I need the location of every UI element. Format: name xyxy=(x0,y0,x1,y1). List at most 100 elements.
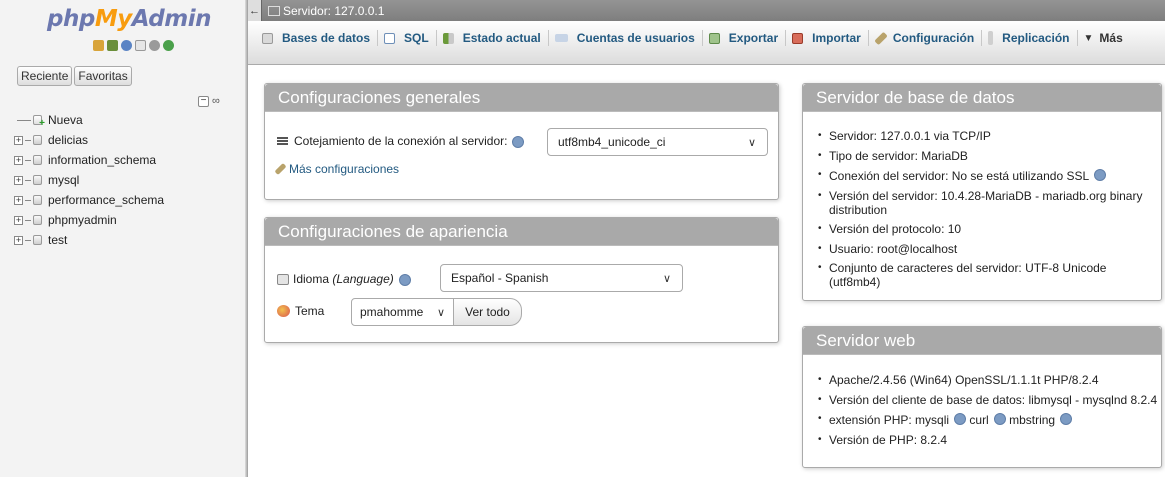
tree-item-label[interactable]: Nueva xyxy=(48,113,83,127)
tree-item-phpmyadmin[interactable]: + phpmyadmin xyxy=(14,210,164,230)
tab-import[interactable]: Importar xyxy=(786,30,869,46)
list-item: Servidor: 127.0.0.1 via TCP/IP xyxy=(817,129,1159,143)
expand-icon[interactable]: + xyxy=(14,195,23,205)
favorites-tab[interactable]: Favoritas xyxy=(74,66,132,86)
list-item: Versión del protocolo: 10 xyxy=(817,222,1159,236)
help-icon[interactable] xyxy=(1060,413,1073,425)
settings-icon[interactable] xyxy=(149,40,160,51)
tree-item-delicias[interactable]: + delicias xyxy=(14,130,164,150)
database-icon xyxy=(33,235,42,245)
help-icon[interactable] xyxy=(954,413,967,425)
tab-user-accounts[interactable]: Cuentas de usuarios xyxy=(549,30,703,46)
chevron-down-icon: ∨ xyxy=(662,272,671,285)
expand-icon[interactable]: + xyxy=(14,215,23,225)
help-icon[interactable] xyxy=(993,413,1006,425)
tab-databases[interactable]: Bases de datos xyxy=(256,30,379,46)
more-settings-link[interactable]: Más configuraciones xyxy=(289,162,399,176)
tree-connector xyxy=(17,119,31,121)
tab-label: Bases de datos xyxy=(282,31,371,45)
language-select-value: Español - Spanish xyxy=(451,271,549,285)
tab-sql[interactable]: SQL xyxy=(378,30,437,46)
help-icon[interactable] xyxy=(512,136,525,148)
logo-admin: Admin xyxy=(131,6,212,32)
tab-label: Más xyxy=(1099,31,1123,45)
reload-icon[interactable] xyxy=(163,40,174,51)
list-item-text: mbstring xyxy=(1009,413,1056,427)
tree-connector xyxy=(25,179,31,181)
tree-item-performance-schema[interactable]: + performance_schema xyxy=(14,190,164,210)
tree-item-label[interactable]: performance_schema xyxy=(48,193,164,207)
list-item: Versión de PHP: 8.2.4 xyxy=(817,433,1159,447)
tab-settings[interactable]: Configuración xyxy=(869,30,983,46)
wrench-icon xyxy=(274,162,287,176)
chevron-down-icon: ∨ xyxy=(747,136,756,149)
server-link[interactable]: Servidor: 127.0.0.1 xyxy=(283,4,384,18)
list-item-text: Conexión del servidor: No se está utiliz… xyxy=(829,169,1090,183)
panel-title: Servidor de base de datos xyxy=(803,84,1161,112)
chevron-down-icon: ∨ xyxy=(436,306,445,319)
language-select[interactable]: Español - Spanish ∨ xyxy=(440,264,683,292)
expand-icon[interactable]: + xyxy=(14,175,23,185)
collation-row: Cotejamiento de la conexión al servidor: xyxy=(277,134,525,148)
tab-export[interactable]: Exportar xyxy=(703,30,787,46)
database-icon xyxy=(33,155,42,165)
expand-icon[interactable]: + xyxy=(14,135,23,145)
home-icon[interactable] xyxy=(93,40,104,51)
database-tree: Nueva + delicias + information_schema + … xyxy=(14,110,164,250)
theme-select[interactable]: pmahomme ∨ xyxy=(351,298,454,326)
tree-item-label[interactable]: information_schema xyxy=(48,153,156,167)
collapse-all-icon[interactable]: − xyxy=(198,95,209,107)
tree-item-label[interactable]: mysql xyxy=(48,173,79,187)
server-breadcrumb: ← Servidor: 127.0.0.1 xyxy=(248,0,1165,21)
collation-label: Cotejamiento de la conexión al servidor: xyxy=(294,134,508,148)
link-with-main-icon[interactable]: ∞ xyxy=(212,95,220,107)
recent-tab[interactable]: Reciente xyxy=(17,66,73,86)
logout-icon[interactable] xyxy=(107,40,118,51)
phpmyadmin-logo[interactable]: phpMyAdmin xyxy=(47,6,211,32)
language-icon xyxy=(277,273,289,285)
database-icon xyxy=(33,195,42,205)
tab-label: Cuentas de usuarios xyxy=(576,31,695,45)
web-server-panel: Servidor web Apache/2.4.56 (Win64) OpenS… xyxy=(802,326,1162,468)
server-icon xyxy=(268,5,280,16)
collation-select[interactable]: utf8mb4_unicode_ci ∨ xyxy=(547,128,768,156)
collapse-nav-icon[interactable]: ← xyxy=(248,0,262,21)
list-icon xyxy=(277,137,288,145)
tree-item-test[interactable]: + test xyxy=(14,230,164,250)
expand-icon[interactable]: + xyxy=(14,155,23,165)
tab-replication[interactable]: Replicación xyxy=(982,30,1078,46)
tree-item-label[interactable]: phpmyadmin xyxy=(48,213,117,227)
list-item-text: extensión PHP: mysqli xyxy=(829,413,950,427)
tree-connector xyxy=(25,159,31,161)
theme-icon xyxy=(277,305,290,317)
docs-icon[interactable] xyxy=(135,40,146,51)
tab-status[interactable]: Estado actual xyxy=(437,30,549,46)
tree-item-information-schema[interactable]: + information_schema xyxy=(14,150,164,170)
tree-item-label[interactable]: test xyxy=(48,233,67,247)
tab-label: Estado actual xyxy=(462,31,541,45)
logo-my: My xyxy=(94,6,132,32)
logo-php: php xyxy=(47,6,95,32)
more-settings-row: Más configuraciones xyxy=(274,162,399,176)
tree-tools: − ∞ xyxy=(198,95,220,107)
replication-icon xyxy=(988,31,994,45)
expand-icon[interactable]: + xyxy=(14,235,23,245)
help-icon[interactable] xyxy=(1094,169,1107,181)
tree-item-label[interactable]: delicias xyxy=(48,133,88,147)
help-icon[interactable] xyxy=(398,274,411,286)
panel-resizer[interactable] xyxy=(245,0,248,477)
tree-item-mysql[interactable]: + mysql xyxy=(14,170,164,190)
tab-more[interactable]: ▼ Más xyxy=(1078,30,1130,46)
collation-select-value: utf8mb4_unicode_ci xyxy=(558,135,666,149)
tab-label: Importar xyxy=(812,31,861,45)
help-icon[interactable] xyxy=(121,40,132,51)
list-item: Tipo de servidor: MariaDB xyxy=(817,149,1159,163)
theme-label: Tema xyxy=(295,304,325,318)
top-menu: Bases de datos SQL Estado actual Cuentas… xyxy=(248,21,1165,65)
tree-connector xyxy=(25,239,31,241)
view-all-themes-button[interactable]: Ver todo xyxy=(453,298,522,326)
export-icon xyxy=(708,32,720,44)
tab-label: Replicación xyxy=(1002,31,1070,45)
tree-item-new[interactable]: Nueva xyxy=(14,110,164,130)
theme-row: Tema xyxy=(277,304,324,318)
